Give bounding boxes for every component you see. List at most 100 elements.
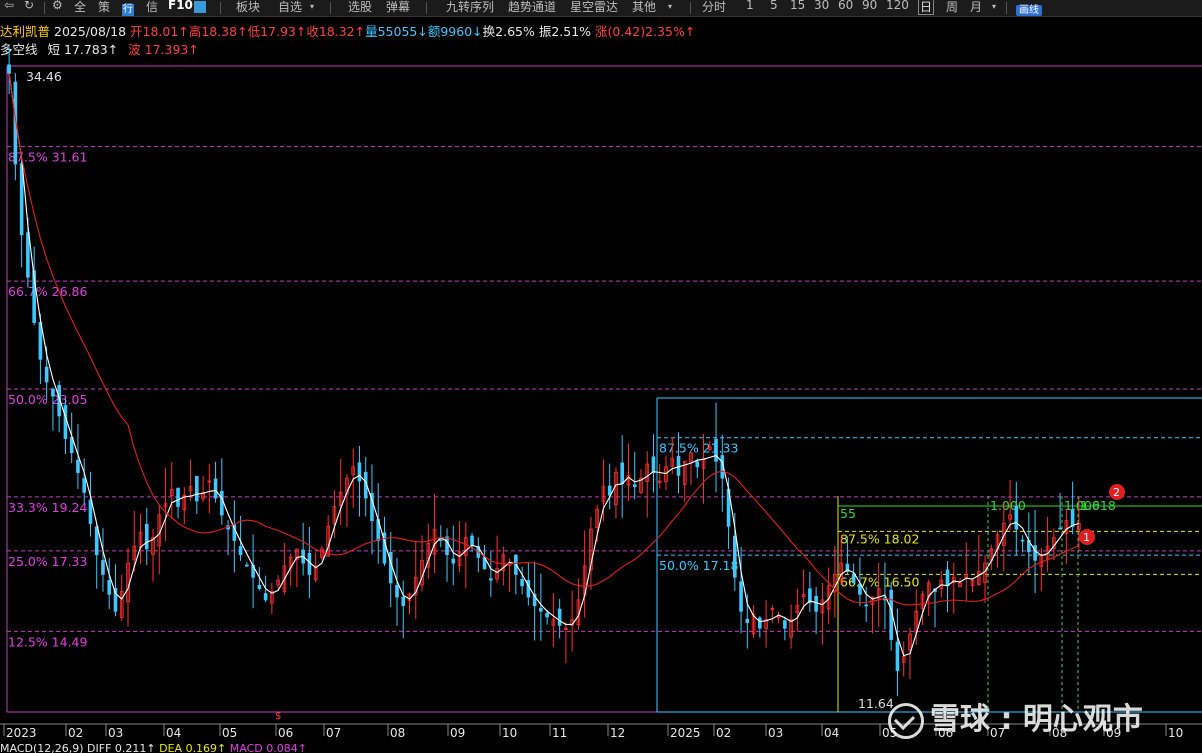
candle-body [945,569,950,587]
candle-body [557,608,562,626]
candle-body [1058,527,1062,530]
candle-body [733,535,737,578]
short-line [8,73,1080,657]
candle-body [63,405,68,439]
x-tick-label: 09 [450,726,465,740]
macd-bar: MACD(12,26,9) DIFF 0.211↑ DEA 0.169↑ MAC… [0,744,1202,753]
candle-body [76,459,80,473]
candle-body [438,539,443,542]
candle-body [395,584,399,598]
snowball-logo-icon [888,702,924,739]
time-marker-label: 1.618 [1080,498,1116,513]
x-tick-label: 10 [1168,726,1183,740]
candle-body [676,455,681,476]
fib-left-label: 33.3% 19.24 [8,500,88,515]
candle-body [851,573,856,584]
x-tick-label: 03 [768,726,783,740]
x-tick-label: 07 [326,726,341,740]
candle-body [758,617,762,629]
candle-body [19,163,24,236]
candle-body [739,581,743,612]
candle-body [620,462,624,485]
fib-left-label: 66.7% 26.86 [8,284,88,299]
fib-left-label: 87.5% 31.61 [8,150,87,165]
kline-chart[interactable]: 34.46 87.5% 31.61 66.7% 26.86 50.0% 23.05 33… [0,0,1202,753]
candle-body [864,604,868,607]
fib-left-label: 12.5% 14.49 [8,634,88,649]
x-tick-label: 10 [502,726,517,740]
candle-body [7,64,11,74]
candle-body [263,593,268,601]
candle-body [257,584,262,589]
candle-body [470,535,474,547]
candle-body [489,578,493,581]
candle-body [445,536,449,556]
x-tick-label: 2023 [6,726,37,740]
macd-value: MACD 0.084↑ [229,744,307,753]
x-tick-label: 02 [68,726,83,740]
candle-body [176,487,180,507]
candle-body [451,558,456,564]
fib-left-label: 34.46 [26,69,62,84]
candle-body [745,618,750,623]
candle-body [814,595,818,612]
fib-recent-label: 87.5% 18.02 [840,531,919,546]
x-tick-label: 04 [166,726,181,740]
candle-body [714,438,718,462]
candle-body [245,564,249,567]
candle-body [695,461,700,468]
candle-body [94,526,99,556]
x-tick-label: 12 [610,726,625,740]
x-tick-label: 06 [278,726,293,740]
fib-right-label: 50.0% 17.18 [659,558,739,573]
candle-body [651,456,656,473]
candle-body [401,596,406,606]
badge-1-label: 1 [1083,531,1090,544]
fib-left-label: 50.0% 23.05 [8,392,87,407]
candle-body [238,546,243,556]
time-marker-label: 1.000 [990,498,1026,513]
fib-recent-label: 55 [840,506,856,521]
candle-body [1014,505,1019,530]
candle-body [82,478,86,493]
candle-body [783,620,787,629]
candle-body [357,462,362,482]
macd-title[interactable]: MACD(12,26,9) [0,744,84,753]
fib-left-group: 34.46 87.5% 31.61 66.7% 26.86 50.0% 23.05 33… [6,65,1202,713]
candle-body [26,232,30,278]
candle-body [607,485,612,496]
candle-body [144,523,149,550]
candle-body [213,478,218,499]
x-tick-label: 04 [824,726,839,740]
candle-body [195,475,199,502]
wave-line [8,73,1080,606]
macd-dea: DEA 0.169↑ [159,744,227,753]
candle-body [1033,545,1037,561]
macd-diff: DIFF 0.211↑ [87,744,156,753]
x-tick-label: 02 [716,726,731,740]
candle-body [1070,509,1075,527]
candle-body [632,484,637,488]
x-tick-label: 11 [552,726,567,740]
candle-body [51,388,55,397]
candle-body [44,366,49,383]
candle-body [1020,539,1025,542]
candle-body [539,607,543,612]
candle-body [520,579,524,587]
badge-2-label: 2 [1113,486,1120,499]
candle-body [388,551,393,584]
fib-left-label: 25.0% 17.33 [8,554,87,569]
x-tick-label: 03 [108,726,123,740]
candle-body [895,641,900,672]
candle-body [88,499,93,524]
candle-body [220,490,224,516]
candle-body [101,560,105,575]
x-tick-label: 08 [390,726,405,740]
candle-body [107,579,112,595]
candles-group [7,46,1081,697]
x-tick-label: 2025 [670,726,701,740]
watermark-text: 雪球 : 明心观市 [930,702,1143,737]
watermark: 雪球 : 明心观市 [888,694,1143,739]
event-marker-icon: $ [275,711,281,722]
fib-right-label: 87.5% 21.33 [659,441,738,456]
